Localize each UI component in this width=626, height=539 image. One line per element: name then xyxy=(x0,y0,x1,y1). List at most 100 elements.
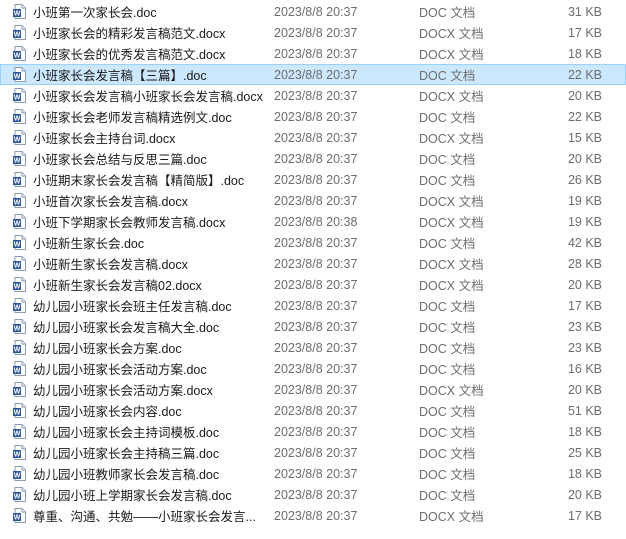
file-size: 28 KB xyxy=(567,256,602,271)
svg-text:W: W xyxy=(14,53,21,60)
file-row[interactable]: W 小班新生家长会.doc 2023/8/8 20:37 DOC 文档 42 K… xyxy=(0,232,626,253)
file-row[interactable]: W 尊重、沟通、共勉——小班家长会发言... 2023/8/8 20:37 DO… xyxy=(0,505,626,526)
file-size: 18 KB xyxy=(567,46,602,61)
word-docx-icon: W xyxy=(13,382,27,397)
file-type: DOCX 文档 xyxy=(419,27,484,41)
svg-text:W: W xyxy=(14,32,21,39)
svg-text:W: W xyxy=(14,116,21,123)
file-modified-date: 2023/8/8 20:37 xyxy=(274,361,358,376)
word-docx-icon: W xyxy=(13,508,27,523)
file-name: 幼儿园小班家长会主持稿三篇.doc xyxy=(33,447,220,461)
word-docx-icon: W xyxy=(13,193,27,208)
file-row[interactable]: W 小班首次家长会发言稿.docx 2023/8/8 20:37 DOCX 文档… xyxy=(0,190,626,211)
file-modified-date: 2023/8/8 20:37 xyxy=(274,130,358,145)
file-size: 17 KB xyxy=(567,298,602,313)
word-doc-icon: W xyxy=(13,487,27,502)
svg-text:W: W xyxy=(14,179,21,186)
file-row[interactable]: W 幼儿园小班家长会班主任发言稿.doc 2023/8/8 20:37 DOC … xyxy=(0,295,626,316)
file-row[interactable]: W 幼儿园小班上学期家长会发言稿.doc 2023/8/8 20:37 DOC … xyxy=(0,484,626,505)
file-row[interactable]: W 小班家长会主持台词.docx 2023/8/8 20:37 DOCX 文档 … xyxy=(0,127,626,148)
svg-text:W: W xyxy=(14,284,21,291)
file-modified-date: 2023/8/8 20:37 xyxy=(274,382,358,397)
file-row[interactable]: W 小班新生家长会发言稿.docx 2023/8/8 20:37 DOCX 文档… xyxy=(0,253,626,274)
file-type: DOC 文档 xyxy=(419,6,476,20)
file-type: DOC 文档 xyxy=(419,300,476,314)
file-modified-date: 2023/8/8 20:37 xyxy=(274,25,358,40)
file-name: 幼儿园小班家长会发言稿大全.doc xyxy=(33,321,220,335)
file-type: DOC 文档 xyxy=(419,489,476,503)
file-row[interactable]: W 小班新生家长会发言稿02.docx 2023/8/8 20:37 DOCX … xyxy=(0,274,626,295)
word-doc-icon: W xyxy=(13,319,27,334)
file-row[interactable]: W 小班第一次家长会.doc 2023/8/8 20:37 DOC 文档 31 … xyxy=(0,1,626,22)
file-row[interactable]: W 小班下学期家长会教师发言稿.docx 2023/8/8 20:38 DOCX… xyxy=(0,211,626,232)
word-docx-icon: W xyxy=(13,130,27,145)
file-type: DOCX 文档 xyxy=(419,48,484,62)
file-type: DOCX 文档 xyxy=(419,510,484,524)
svg-text:W: W xyxy=(14,200,21,207)
file-row[interactable]: W 幼儿园小班家长会主持词模板.doc 2023/8/8 20:37 DOC 文… xyxy=(0,421,626,442)
file-modified-date: 2023/8/8 20:37 xyxy=(274,466,358,481)
file-row[interactable]: W 幼儿园小班家长会内容.doc 2023/8/8 20:37 DOC 文档 5… xyxy=(0,400,626,421)
file-size: 19 KB xyxy=(567,214,602,229)
file-row[interactable]: W 小班家长会总结与反思三篇.doc 2023/8/8 20:37 DOC 文档… xyxy=(0,148,626,169)
file-size: 23 KB xyxy=(567,319,602,334)
svg-text:W: W xyxy=(14,515,21,522)
svg-text:W: W xyxy=(14,326,21,333)
word-doc-icon: W xyxy=(13,151,27,166)
file-name: 幼儿园小班教师家长会发言稿.doc xyxy=(33,468,220,482)
file-type: DOC 文档 xyxy=(419,237,476,251)
file-modified-date: 2023/8/8 20:37 xyxy=(274,46,358,61)
svg-text:W: W xyxy=(14,431,21,438)
file-size: 26 KB xyxy=(567,172,602,187)
file-name: 小班新生家长会发言稿.docx xyxy=(33,258,188,272)
file-size: 22 KB xyxy=(567,67,602,82)
file-row[interactable]: W 幼儿园小班家长会发言稿大全.doc 2023/8/8 20:37 DOC 文… xyxy=(0,316,626,337)
file-name: 幼儿园小班家长会方案.doc xyxy=(33,342,182,356)
file-row[interactable]: W 小班家长会的精彩发言稿范文.docx 2023/8/8 20:37 DOCX… xyxy=(0,22,626,43)
file-size: 20 KB xyxy=(567,487,602,502)
file-name: 幼儿园小班家长会活动方案.doc xyxy=(33,363,207,377)
word-doc-icon: W xyxy=(13,445,27,460)
file-type: DOCX 文档 xyxy=(419,258,484,272)
file-modified-date: 2023/8/8 20:38 xyxy=(274,214,358,229)
file-name: 小班下学期家长会教师发言稿.docx xyxy=(33,216,226,230)
file-modified-date: 2023/8/8 20:37 xyxy=(274,319,358,334)
file-name: 小班家长会总结与反思三篇.doc xyxy=(33,153,207,167)
file-row[interactable]: W 小班家长会发言稿小班家长会发言稿.docx 2023/8/8 20:37 D… xyxy=(0,85,626,106)
svg-text:W: W xyxy=(14,137,21,144)
word-doc-icon: W xyxy=(13,172,27,187)
svg-text:W: W xyxy=(14,473,21,480)
svg-text:W: W xyxy=(14,263,21,270)
file-row[interactable]: W 幼儿园小班家长会方案.doc 2023/8/8 20:37 DOC 文档 2… xyxy=(0,337,626,358)
word-docx-icon: W xyxy=(13,256,27,271)
file-name: 小班家长会老师发言稿精选例文.doc xyxy=(33,111,232,125)
word-doc-icon: W xyxy=(13,361,27,376)
file-name: 幼儿园小班家长会班主任发言稿.doc xyxy=(33,300,232,314)
file-row[interactable]: W 小班期末家长会发言稿【精简版】.doc 2023/8/8 20:37 DOC… xyxy=(0,169,626,190)
file-type: DOCX 文档 xyxy=(419,195,484,209)
word-docx-icon: W xyxy=(13,88,27,103)
file-name: 尊重、沟通、共勉——小班家长会发言... xyxy=(33,510,256,524)
file-size: 20 KB xyxy=(567,88,602,103)
file-row[interactable]: W 小班家长会老师发言稿精选例文.doc 2023/8/8 20:37 DOC … xyxy=(0,106,626,127)
file-modified-date: 2023/8/8 20:37 xyxy=(274,235,358,250)
word-doc-icon: W xyxy=(13,298,27,313)
svg-text:W: W xyxy=(14,305,21,312)
file-name: 小班家长会的优秀发言稿范文.docx xyxy=(33,48,226,62)
word-doc-icon: W xyxy=(13,403,27,418)
file-size: 18 KB xyxy=(567,424,602,439)
file-row[interactable]: W 幼儿园小班家长会主持稿三篇.doc 2023/8/8 20:37 DOC 文… xyxy=(0,442,626,463)
file-row[interactable]: W 幼儿园小班家长会活动方案.docx 2023/8/8 20:37 DOCX … xyxy=(0,379,626,400)
file-row[interactable]: W 幼儿园小班教师家长会发言稿.doc 2023/8/8 20:37 DOC 文… xyxy=(0,463,626,484)
file-name: 幼儿园小班家长会活动方案.docx xyxy=(33,384,213,398)
file-name: 小班家长会发言稿【三篇】.doc xyxy=(33,69,207,83)
file-row[interactable]: W 幼儿园小班家长会活动方案.doc 2023/8/8 20:37 DOC 文档… xyxy=(0,358,626,379)
file-row[interactable]: W 小班家长会发言稿【三篇】.doc 2023/8/8 20:37 DOC 文档… xyxy=(0,64,626,85)
file-name: 小班新生家长会.doc xyxy=(33,237,145,251)
svg-text:W: W xyxy=(14,410,21,417)
svg-text:W: W xyxy=(14,242,21,249)
file-modified-date: 2023/8/8 20:37 xyxy=(274,4,358,19)
file-size: 16 KB xyxy=(567,361,602,376)
file-row[interactable]: W 小班家长会的优秀发言稿范文.docx 2023/8/8 20:37 DOCX… xyxy=(0,43,626,64)
word-docx-icon: W xyxy=(13,46,27,61)
